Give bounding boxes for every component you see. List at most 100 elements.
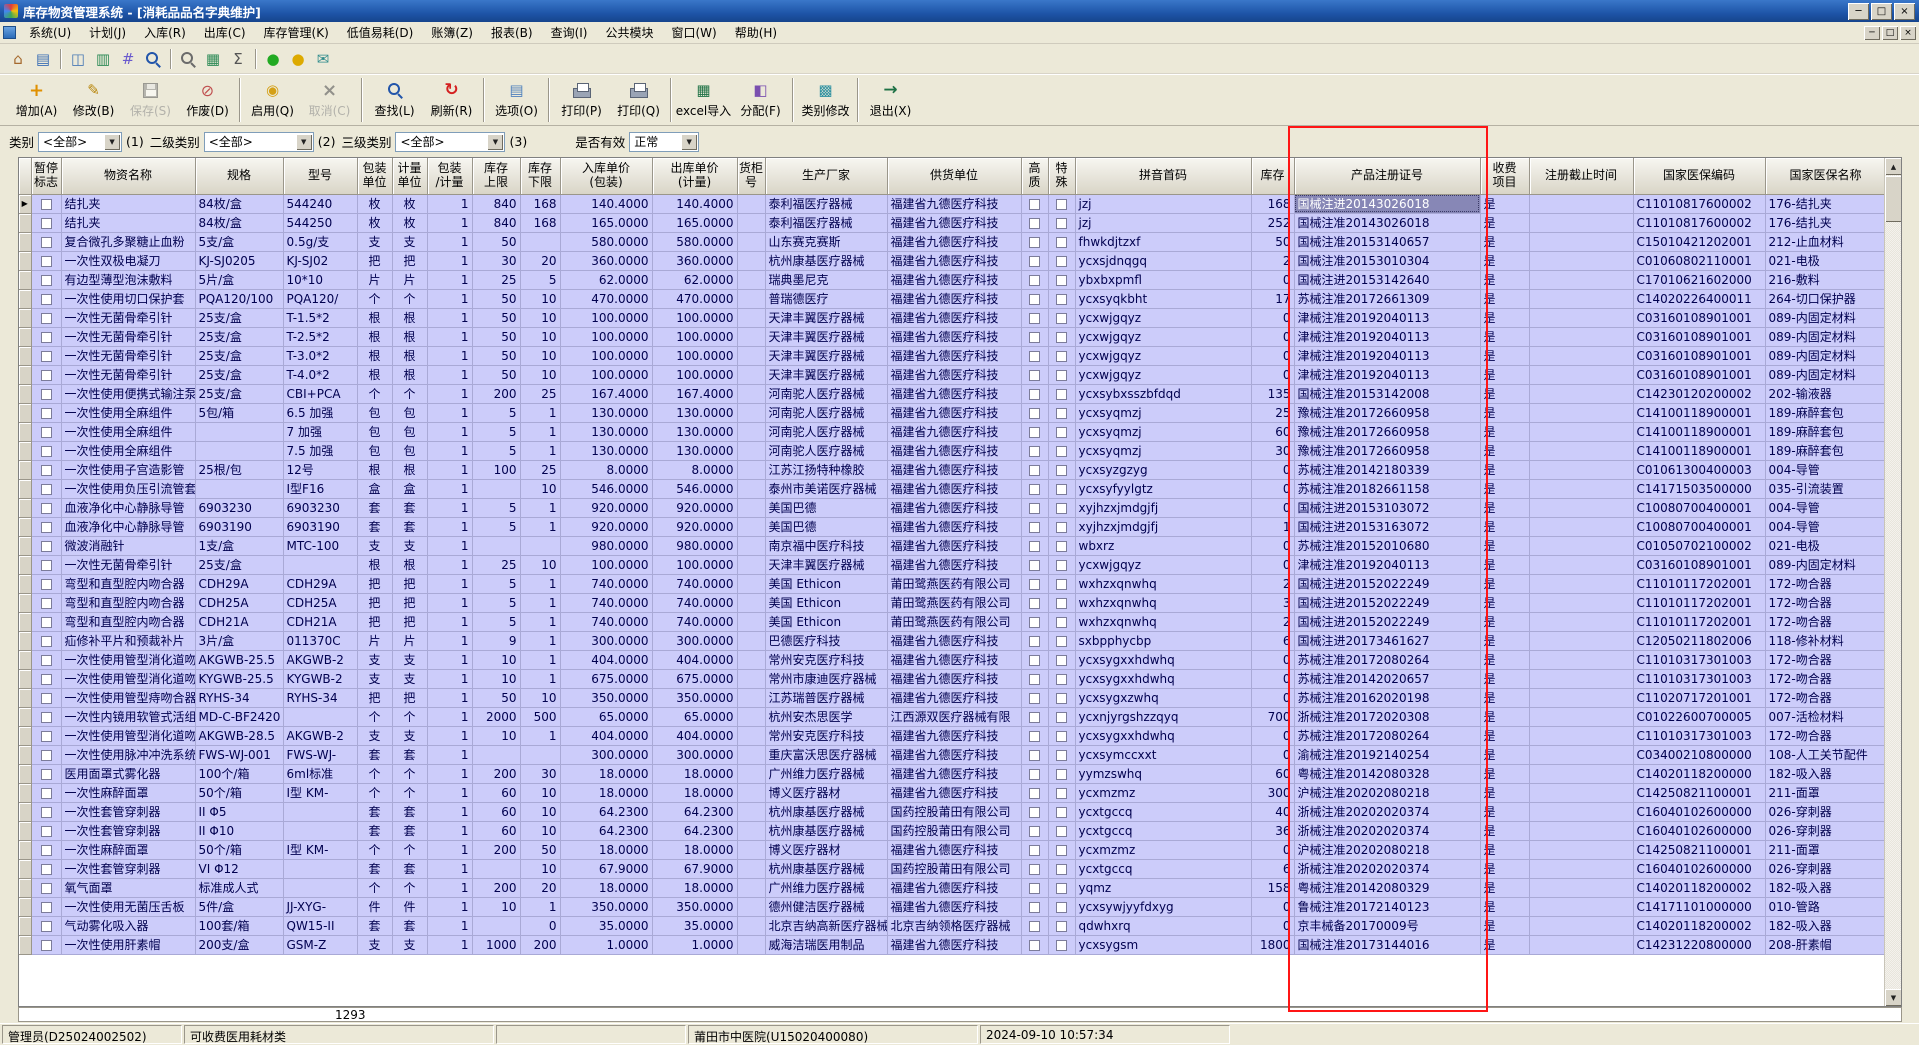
cell-stock[interactable]: 0 — [1251, 688, 1295, 708]
cell-unit[interactable]: 套 — [392, 916, 428, 936]
cell-reg_no[interactable]: 苏械注准20172661309 — [1294, 289, 1481, 309]
cell-model[interactable]: I型 KM- — [283, 840, 358, 860]
cell-reg_no[interactable]: 津械注准20192040113 — [1294, 555, 1481, 575]
toolbar-button-print[interactable]: 打印(P) — [553, 76, 610, 124]
cell-maker[interactable]: 美国 Ethicon — [765, 574, 888, 594]
cell-fee[interactable]: 是 — [1480, 517, 1530, 537]
cell-spec[interactable]: FWS-WJ-001 — [195, 745, 284, 765]
column-header-fee[interactable]: 收费 项目 — [1480, 158, 1530, 195]
cell-hq[interactable] — [1021, 232, 1049, 252]
column-header-special[interactable]: 特 殊 — [1048, 158, 1076, 195]
hq-checkbox[interactable] — [1029, 711, 1040, 723]
cell-ins_code[interactable]: C14250821100001 — [1633, 783, 1766, 803]
cell-spec[interactable]: 25支/盒 — [195, 365, 284, 385]
column-header-stock[interactable]: 库存 — [1251, 158, 1295, 195]
cell-pkg_unit[interactable]: 套 — [357, 802, 393, 822]
pause-checkbox[interactable] — [40, 445, 52, 457]
cell-out_price[interactable]: 65.0000 — [652, 707, 738, 727]
cell-reg_no[interactable]: 国械注准20153140657 — [1294, 232, 1481, 252]
cell-ins_code[interactable]: C03160108901001 — [1633, 555, 1766, 575]
cell-in_price[interactable]: 65.0000 — [560, 707, 653, 727]
cell-hq[interactable] — [1021, 327, 1049, 347]
cell-maker[interactable]: 天津丰翼医疗器械 — [765, 365, 888, 385]
cell-supplier[interactable]: 福建省九德医疗科技 — [887, 536, 1022, 556]
search-icon[interactable] — [141, 48, 165, 70]
cell-deadline[interactable] — [1529, 270, 1634, 290]
cell-hq[interactable] — [1021, 479, 1049, 499]
pause-checkbox[interactable] — [40, 806, 52, 818]
hq-checkbox[interactable] — [1029, 901, 1040, 913]
cell-reg_no[interactable]: 国械注进20153142640 — [1294, 270, 1481, 290]
cell-pkg_unit[interactable]: 枚 — [357, 213, 393, 233]
cell-deadline[interactable] — [1529, 479, 1634, 499]
cell-lower[interactable]: 1 — [520, 897, 561, 917]
cell-model[interactable]: CBI+PCA — [283, 384, 358, 404]
cell-reg_no[interactable]: 国械注准20173144016 — [1294, 935, 1481, 955]
special-checkbox[interactable] — [1056, 673, 1067, 685]
cell-upper[interactable]: 200 — [472, 878, 521, 898]
mdi-minimize-button[interactable]: ─ — [1864, 25, 1880, 40]
cell-shelf[interactable] — [737, 688, 766, 708]
cell-supplier[interactable]: 莆田鹭燕医药有限公司 — [887, 612, 1022, 632]
mail-icon[interactable]: ✉ — [311, 48, 335, 70]
cell-pause[interactable] — [31, 916, 62, 936]
cell-unit[interactable]: 根 — [392, 555, 428, 575]
cell-out_price[interactable]: 100.0000 — [652, 555, 738, 575]
cell-shelf[interactable] — [737, 479, 766, 499]
cell-pinyin[interactable]: ycxsyqmzj — [1075, 441, 1252, 461]
special-checkbox[interactable] — [1056, 293, 1067, 305]
cell-maker[interactable]: 博义医疗器材 — [765, 783, 888, 803]
cell-ins_code[interactable]: C01061300400003 — [1633, 460, 1766, 480]
cell-upper[interactable]: 50 — [472, 289, 521, 309]
cell-fee[interactable]: 是 — [1480, 764, 1530, 784]
cell-unit[interactable]: 套 — [392, 498, 428, 518]
cell-ratio[interactable]: 1 — [427, 840, 473, 860]
cell-upper[interactable]: 5 — [472, 517, 521, 537]
cell-ins_code[interactable]: C14171101000000 — [1633, 897, 1766, 917]
toolbar-button-edit[interactable]: ✎ 修改(B) — [65, 76, 122, 124]
cell-maker[interactable]: 泰利福医疗器械 — [765, 194, 888, 214]
cell-shelf[interactable] — [737, 460, 766, 480]
cell-special[interactable] — [1048, 232, 1076, 252]
special-checkbox[interactable] — [1056, 844, 1067, 856]
cell-unit[interactable]: 盒 — [392, 479, 428, 499]
cell-deadline[interactable] — [1529, 232, 1634, 252]
cell-model[interactable]: QW15-II — [283, 916, 358, 936]
hq-checkbox[interactable] — [1029, 749, 1040, 761]
cell-maker[interactable]: 美国 Ethicon — [765, 593, 888, 613]
cell-out_price[interactable]: 130.0000 — [652, 403, 738, 423]
cell-out_price[interactable]: 350.0000 — [652, 688, 738, 708]
cell-spec[interactable] — [195, 479, 284, 499]
row-indicator[interactable] — [19, 935, 32, 955]
cell-special[interactable] — [1048, 270, 1076, 290]
cell-fee[interactable]: 是 — [1480, 631, 1530, 651]
cell-special[interactable] — [1048, 441, 1076, 461]
cell-out_price[interactable]: 130.0000 — [652, 422, 738, 442]
special-checkbox[interactable] — [1056, 217, 1067, 229]
hq-checkbox[interactable] — [1029, 502, 1040, 514]
cell-model[interactable]: T-1.5*2 — [283, 308, 358, 328]
cell-shelf[interactable] — [737, 232, 766, 252]
cell-maker[interactable]: 天津丰翼医疗器械 — [765, 327, 888, 347]
cell-in_price[interactable]: 980.0000 — [560, 536, 653, 556]
row-indicator[interactable] — [19, 878, 32, 898]
cell-pause[interactable] — [31, 327, 62, 347]
cell-unit[interactable]: 个 — [392, 840, 428, 860]
cell-model[interactable] — [283, 802, 358, 822]
cell-upper[interactable]: 5 — [472, 441, 521, 461]
cell-maker[interactable]: 杭州康基医疗器械 — [765, 251, 888, 271]
cell-fee[interactable]: 是 — [1480, 593, 1530, 613]
cell-shelf[interactable] — [737, 878, 766, 898]
cell-lower[interactable] — [520, 745, 561, 765]
cell-fee[interactable]: 是 — [1480, 745, 1530, 765]
pause-checkbox[interactable] — [40, 635, 52, 647]
row-indicator[interactable] — [19, 802, 32, 822]
cell-supplier[interactable]: 国药控股莆田有限公司 — [887, 821, 1022, 841]
cell-stock[interactable]: 0 — [1251, 916, 1295, 936]
cell-ins_code[interactable]: C14100118900001 — [1633, 422, 1766, 442]
category-combo[interactable]: <全部> ▼ — [38, 131, 123, 152]
cell-hq[interactable] — [1021, 745, 1049, 765]
cell-ins_code[interactable]: C12050211802006 — [1633, 631, 1766, 651]
cell-special[interactable] — [1048, 536, 1076, 556]
cell-name[interactable]: 气动雾化吸入器 — [61, 916, 196, 936]
